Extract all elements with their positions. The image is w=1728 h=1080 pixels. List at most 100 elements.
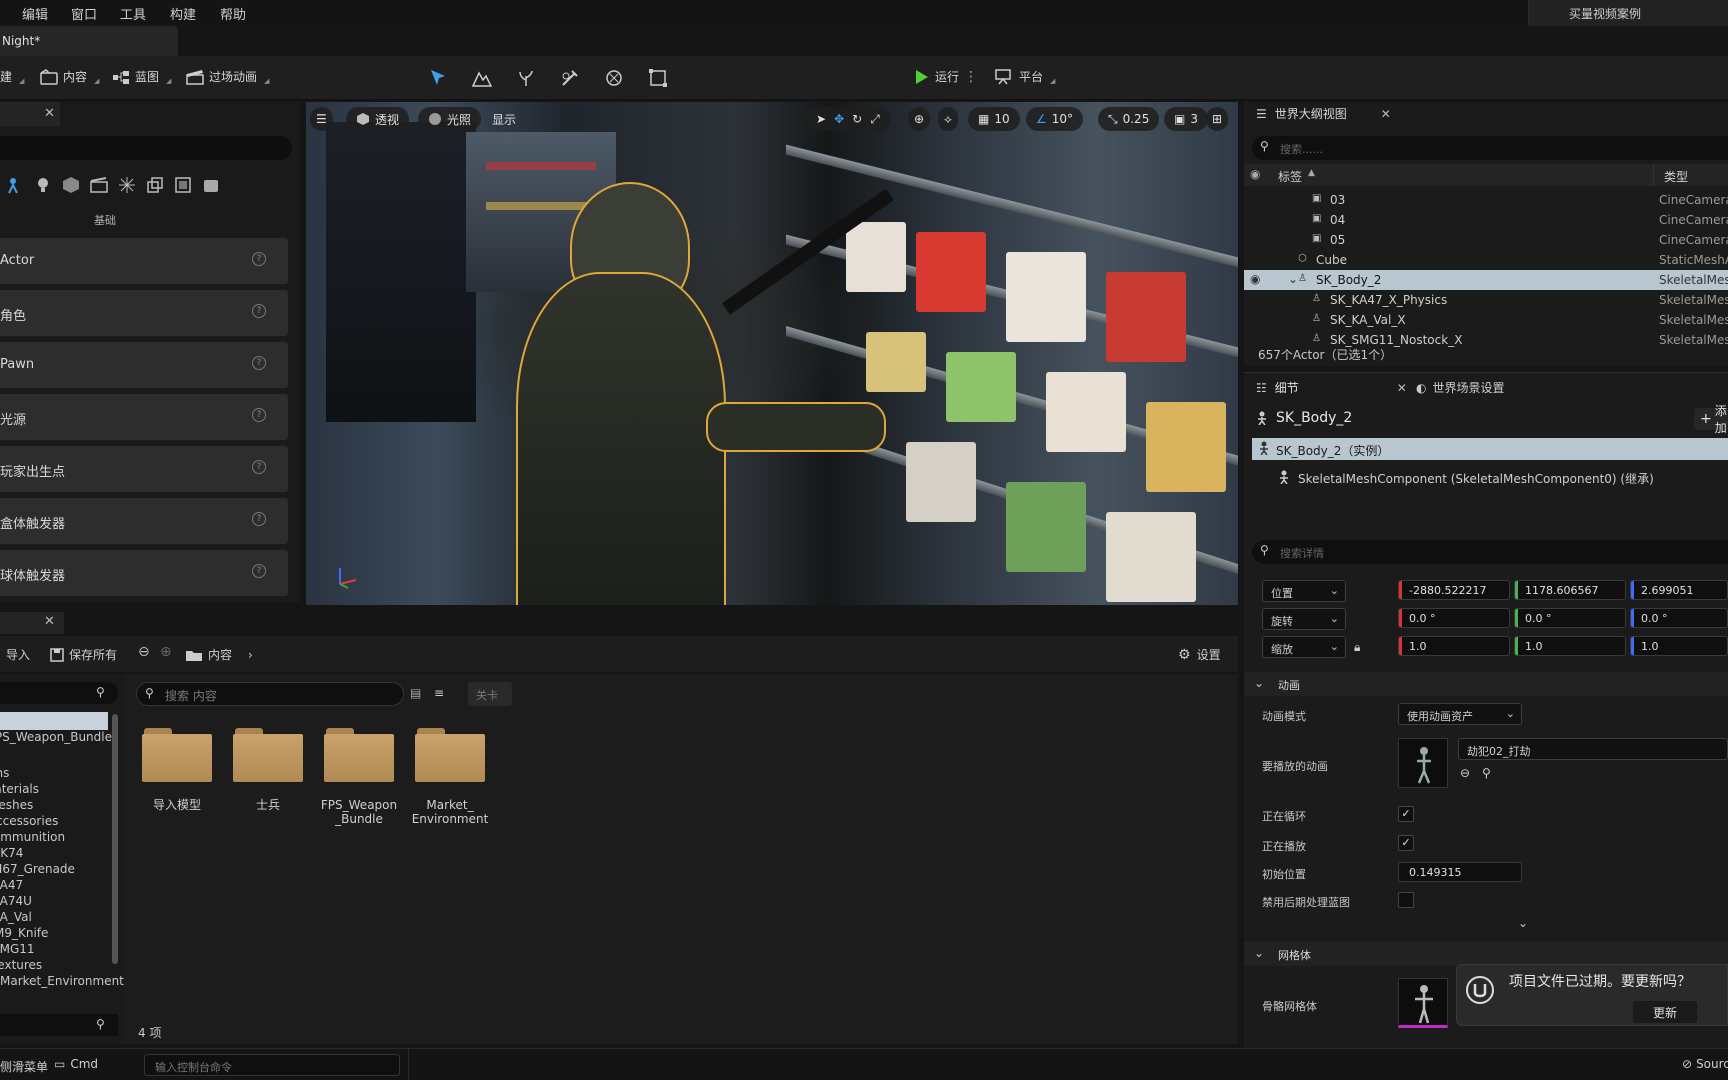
tree-item[interactable]: KA74U — [0, 894, 32, 908]
content-button[interactable]: 内容 ◢ — [40, 68, 99, 85]
place-item-pawn[interactable]: Pawn? — [0, 342, 288, 388]
outliner-row[interactable]: ▣ 04 CineCamera — [1244, 210, 1728, 230]
tree-selected-row[interactable] — [0, 712, 108, 730]
viewport-menu-button[interactable]: ☰ — [310, 107, 333, 131]
chevron-right-icon[interactable]: › — [248, 648, 253, 662]
show-button[interactable]: 显示 — [482, 107, 526, 131]
place-item-light[interactable]: 光源? — [0, 394, 288, 440]
folder-fps-weapon-bundle[interactable] — [324, 728, 394, 782]
details-search-input[interactable]: ⚲ 搜索详情 — [1252, 540, 1728, 564]
outliner-row[interactable]: ▣ 05 CineCamera — [1244, 230, 1728, 250]
select-mode-icon[interactable] — [428, 68, 448, 88]
run-options-icon[interactable]: ⋮ — [964, 69, 978, 85]
help-icon[interactable]: ? — [252, 252, 266, 266]
perspective-button[interactable]: 透视 — [346, 107, 410, 131]
skeletal-mesh-thumbnail[interactable] — [1398, 978, 1448, 1028]
lighting-mode-button[interactable]: 光照 — [418, 107, 482, 131]
place-item-actor[interactable]: Actor? — [0, 238, 288, 284]
cinematics-button[interactable]: 过场动画 ◢ — [186, 68, 269, 85]
visibility-icon[interactable]: ◉ — [1250, 272, 1260, 286]
tree-item[interactable]: Meshes — [0, 798, 33, 812]
scale-tool-icon[interactable]: ⤢ — [870, 112, 880, 127]
search-icon[interactable]: ⚲ — [96, 685, 105, 699]
volumes-category-icon[interactable] — [146, 176, 164, 194]
menu-edit[interactable]: 编辑 — [22, 4, 48, 23]
path-breadcrumb[interactable]: 内容 › — [186, 646, 253, 663]
scale-y-field[interactable]: 1.0 — [1514, 636, 1626, 656]
menu-window[interactable]: 窗口 — [71, 4, 97, 23]
all-classes-category-icon[interactable] — [174, 176, 192, 194]
folder-import-models[interactable] — [142, 728, 212, 782]
tree-item[interactable]: Ammunition — [0, 830, 65, 844]
grid-snap-button[interactable]: ▦ 10 — [968, 107, 1020, 131]
tree-item[interactable]: M9_Knife — [0, 926, 48, 940]
tree-item[interactable]: Materials — [0, 782, 39, 796]
help-icon[interactable]: ? — [252, 564, 266, 578]
help-icon[interactable]: ? — [252, 408, 266, 422]
fracture-mode-icon[interactable] — [604, 68, 624, 88]
browse-back-icon[interactable]: ⊖ — [1460, 766, 1470, 780]
cinematic-category-icon[interactable] — [90, 176, 108, 194]
shapes-category-icon[interactable] — [62, 176, 80, 194]
animation-section-header[interactable]: ⌄ 动画 — [1244, 672, 1728, 696]
place-item-character[interactable]: 角色? — [0, 290, 288, 336]
filter-icon[interactable]: ≡ — [434, 686, 444, 700]
asset-search-input[interactable]: ⚲ 搜索 内容 — [136, 682, 404, 706]
menu-build[interactable]: 构建 — [170, 4, 196, 23]
tree-item[interactable]: AK74 — [0, 846, 23, 860]
outliner-tab[interactable]: ☰ 世界大纲视图 ✕ — [1256, 105, 1391, 122]
world-local-toggle[interactable]: ⊕ — [908, 107, 931, 131]
help-icon[interactable]: ? — [252, 460, 266, 474]
component-row-instance[interactable]: SK_Body_2（实例） — [1252, 438, 1728, 460]
back-icon[interactable]: ⊖ — [138, 644, 150, 660]
scale-x-field[interactable]: 1.0 — [1398, 636, 1510, 656]
location-mode-dropdown[interactable]: 位置 ⌄ — [1262, 580, 1346, 602]
platform-button[interactable]: 平台 ◢ — [994, 68, 1055, 85]
tree-scrollbar[interactable] — [112, 714, 118, 964]
viewport-layout-button[interactable]: ⊞ — [1206, 107, 1229, 131]
source-control-button[interactable]: ⊘ Source — [1682, 1057, 1728, 1071]
create-button[interactable]: 创建◢ — [0, 68, 24, 85]
tree-item[interactable]: M67_Grenade — [0, 862, 75, 876]
outliner-row[interactable]: ♙ SK_KA_Val_X SkeletalMes — [1244, 310, 1728, 330]
scale-mode-dropdown[interactable]: 缩放 ⌄ — [1262, 636, 1346, 658]
tree-item[interactable]: Market_Environment — [0, 974, 124, 988]
search-icon[interactable]: ⚲ — [96, 1017, 105, 1031]
visual-effects-category-icon[interactable] — [118, 176, 136, 194]
foliage-mode-icon[interactable] — [516, 68, 536, 88]
chevron-down-icon[interactable]: ⌄ — [1288, 272, 1298, 286]
select-tool-icon[interactable]: ➤ — [816, 112, 826, 126]
tree-item[interactable]: Icons — [0, 766, 9, 780]
animation-thumbnail[interactable] — [1398, 738, 1448, 788]
rotation-y-field[interactable]: 0.0 ° — [1514, 608, 1626, 628]
outliner-row[interactable]: ⬡ Cube StaticMeshA — [1244, 250, 1728, 270]
level-viewport[interactable]: ☰ 透视 光照 显示 ➤ ✥ ↻ ⤢ ⊕ ⟡ ▦ 10 ∠ 10° ⤡ 0.25 ▣ 3… — [306, 102, 1238, 605]
save-all-button[interactable]: 保存所有 — [50, 646, 117, 663]
rotate-tool-icon[interactable]: ↻ — [852, 112, 862, 126]
search-icon[interactable]: ⚲ — [1482, 766, 1491, 780]
move-tool-icon[interactable]: ✥ — [834, 112, 844, 126]
outliner-row[interactable]: ♙ SK_KA47_X_Physics SkeletalMes — [1244, 290, 1728, 310]
folder-soldier[interactable] — [233, 728, 303, 782]
help-icon[interactable]: ? — [252, 356, 266, 370]
rotation-x-field[interactable]: 0.0 ° — [1398, 608, 1510, 628]
close-icon[interactable]: ✕ — [44, 614, 55, 629]
looping-checkbox[interactable]: ✓ — [1398, 806, 1414, 822]
visibility-icon[interactable]: ◉ — [1250, 167, 1260, 181]
place-item-sphere-trigger[interactable]: 球体触发器? — [0, 550, 288, 596]
place-actors-search-input[interactable] — [0, 136, 292, 160]
tree-item[interactable]: KA47 — [0, 878, 23, 892]
landscape-mode-icon[interactable] — [472, 68, 492, 88]
tree-item[interactable]: Textures — [0, 958, 42, 972]
console-input[interactable]: 输入控制台命令 — [144, 1054, 400, 1076]
details-tab[interactable]: ☷ 细节 ✕ — [1256, 379, 1407, 396]
filter-chip-level[interactable]: 关卡 — [468, 682, 512, 706]
tree-item[interactable]: Accessories — [0, 814, 58, 828]
tree-item[interactable]: FPS_Weapon_Bundle — [0, 730, 112, 744]
help-icon[interactable]: ? — [252, 304, 266, 318]
mesh-section-header[interactable]: ⌄ 网格体 — [1244, 942, 1728, 966]
save-search-icon[interactable]: ▤ — [410, 686, 421, 700]
outliner-row[interactable]: ◉ ⌄ ♙ SK_Body_2 SkeletalMes — [1244, 270, 1728, 290]
folder-market-environment[interactable] — [415, 728, 485, 782]
scale-snap-button[interactable]: ⤡ 0.25 — [1098, 107, 1160, 131]
